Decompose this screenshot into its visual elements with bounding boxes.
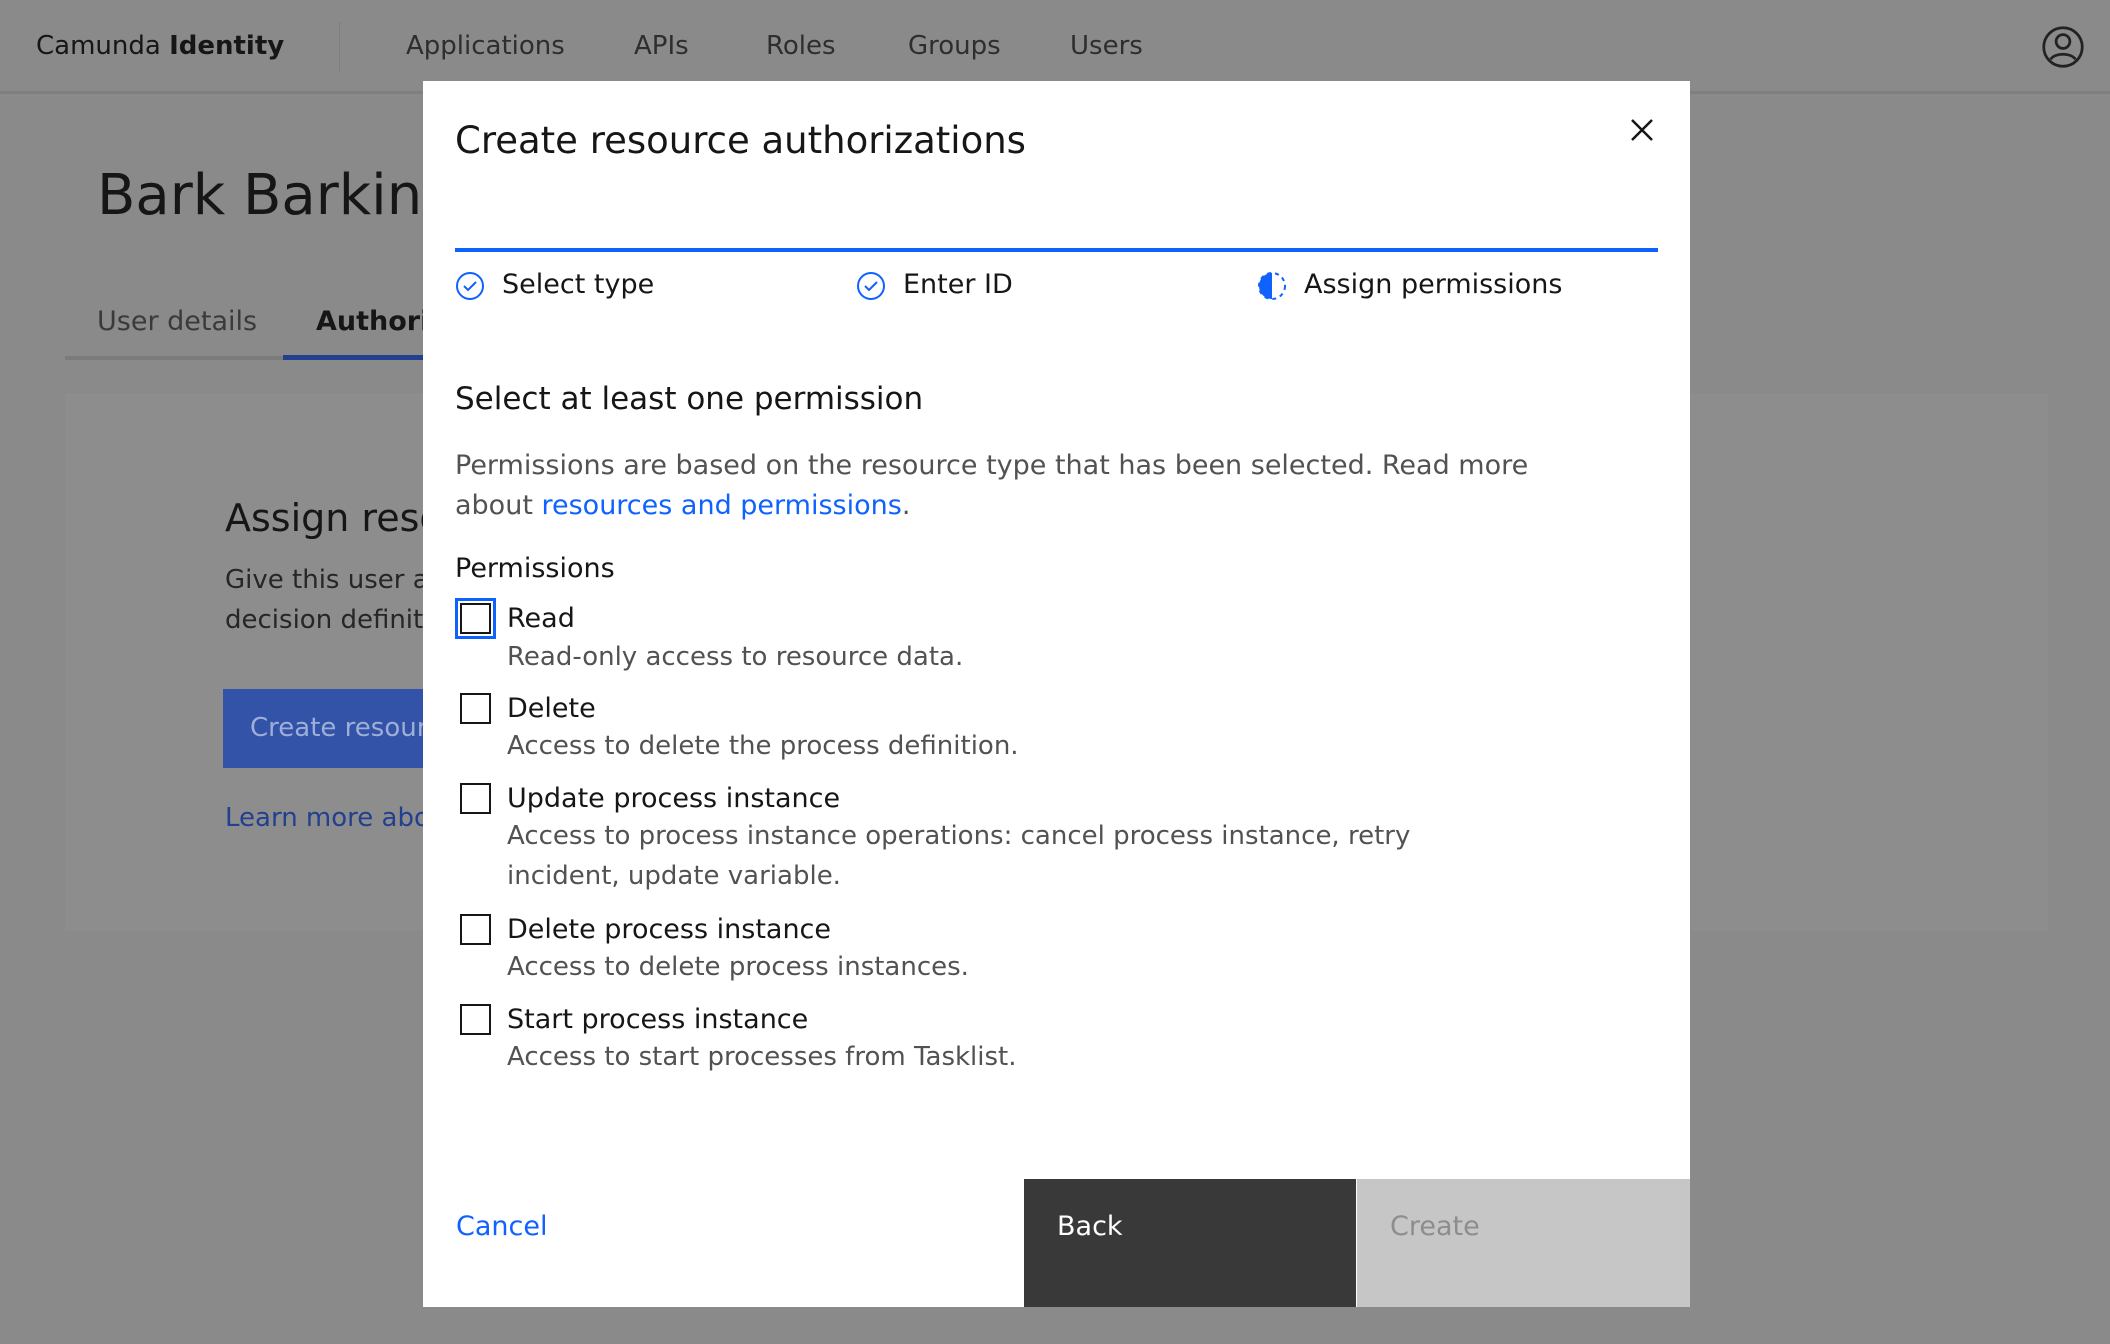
section-title: Select at least one permission (455, 381, 924, 417)
checkbox-label[interactable]: Start process instance (507, 1004, 808, 1035)
brand-bold: Identity (169, 31, 285, 61)
checkbox-label[interactable]: Read (507, 603, 575, 634)
checkbox-description: Access to delete the process definition. (507, 731, 1019, 761)
learn-more-link[interactable]: Learn more abo (225, 803, 430, 833)
back-button[interactable]: Back (1024, 1179, 1356, 1307)
checkmark-outline-icon (456, 272, 484, 300)
checkbox-label[interactable]: Delete (507, 693, 596, 724)
tab-underline (65, 356, 283, 360)
create-button[interactable]: Create (1357, 1179, 1690, 1307)
step-select-type[interactable]: Select type (502, 269, 654, 300)
step-enter-id[interactable]: Enter ID (903, 269, 1013, 300)
nav-apis[interactable]: APIs (634, 31, 689, 61)
checkbox-label[interactable]: Update process instance (507, 783, 840, 814)
checkbox-delete-process-instance[interactable] (460, 914, 491, 945)
step-assign-permissions[interactable]: Assign permissions (1304, 269, 1562, 300)
description-line-2: about resources and permissions. (455, 490, 910, 521)
permissions-label: Permissions (455, 553, 615, 584)
divider (339, 22, 340, 72)
card-text-2: decision definit (225, 605, 424, 635)
description-about: about (455, 490, 542, 521)
create-authorizations-modal: Create resource authorizations Select ty… (423, 81, 1690, 1307)
checkbox-update-process-instance[interactable] (460, 783, 491, 814)
nav-users[interactable]: Users (1070, 31, 1143, 61)
nav-roles[interactable]: Roles (766, 31, 836, 61)
cancel-button[interactable]: Cancel (456, 1211, 547, 1242)
nav-applications[interactable]: Applications (406, 31, 565, 61)
checkbox-description: Access to process instance operations: c… (507, 821, 1411, 851)
progress-bar (455, 248, 1658, 252)
checkmark-outline-icon (857, 272, 885, 300)
checkbox-read[interactable] (455, 598, 496, 639)
checkbox-description: Read-only access to resource data. (507, 642, 964, 672)
description-end: . (901, 490, 911, 521)
brand-prefix: Camunda (36, 31, 161, 61)
checkbox-description: Access to start processes from Tasklist. (507, 1042, 1017, 1072)
checkbox-description: incident, update variable. (507, 861, 841, 891)
nav-groups[interactable]: Groups (908, 31, 1001, 61)
user-profile-icon[interactable] (2041, 25, 2085, 69)
checkbox-delete[interactable] (460, 693, 491, 724)
incomplete-step-icon (1258, 272, 1286, 300)
card-text-1: Give this user a (225, 565, 429, 595)
tab-user-details[interactable]: User details (97, 306, 257, 337)
description-line-1: Permissions are based on the resource ty… (455, 450, 1529, 481)
card-heading: Assign reso (225, 496, 443, 540)
checkbox-start-process-instance[interactable] (460, 1004, 491, 1035)
close-icon[interactable] (1629, 117, 1655, 143)
top-nav-bar: Camunda Identity Applications APIs Roles… (0, 0, 2110, 94)
modal-title: Create resource authorizations (455, 119, 1026, 162)
page-title: Bark Barkins (97, 163, 452, 228)
brand[interactable]: Camunda Identity (36, 31, 284, 61)
checkbox-label[interactable]: Delete process instance (507, 914, 831, 945)
tab-active-underline (283, 355, 423, 360)
resources-permissions-link[interactable]: resources and permissions (541, 490, 901, 521)
checkbox-description: Access to delete process instances. (507, 952, 969, 982)
create-resource-button-bg[interactable]: Create resour (223, 689, 427, 768)
